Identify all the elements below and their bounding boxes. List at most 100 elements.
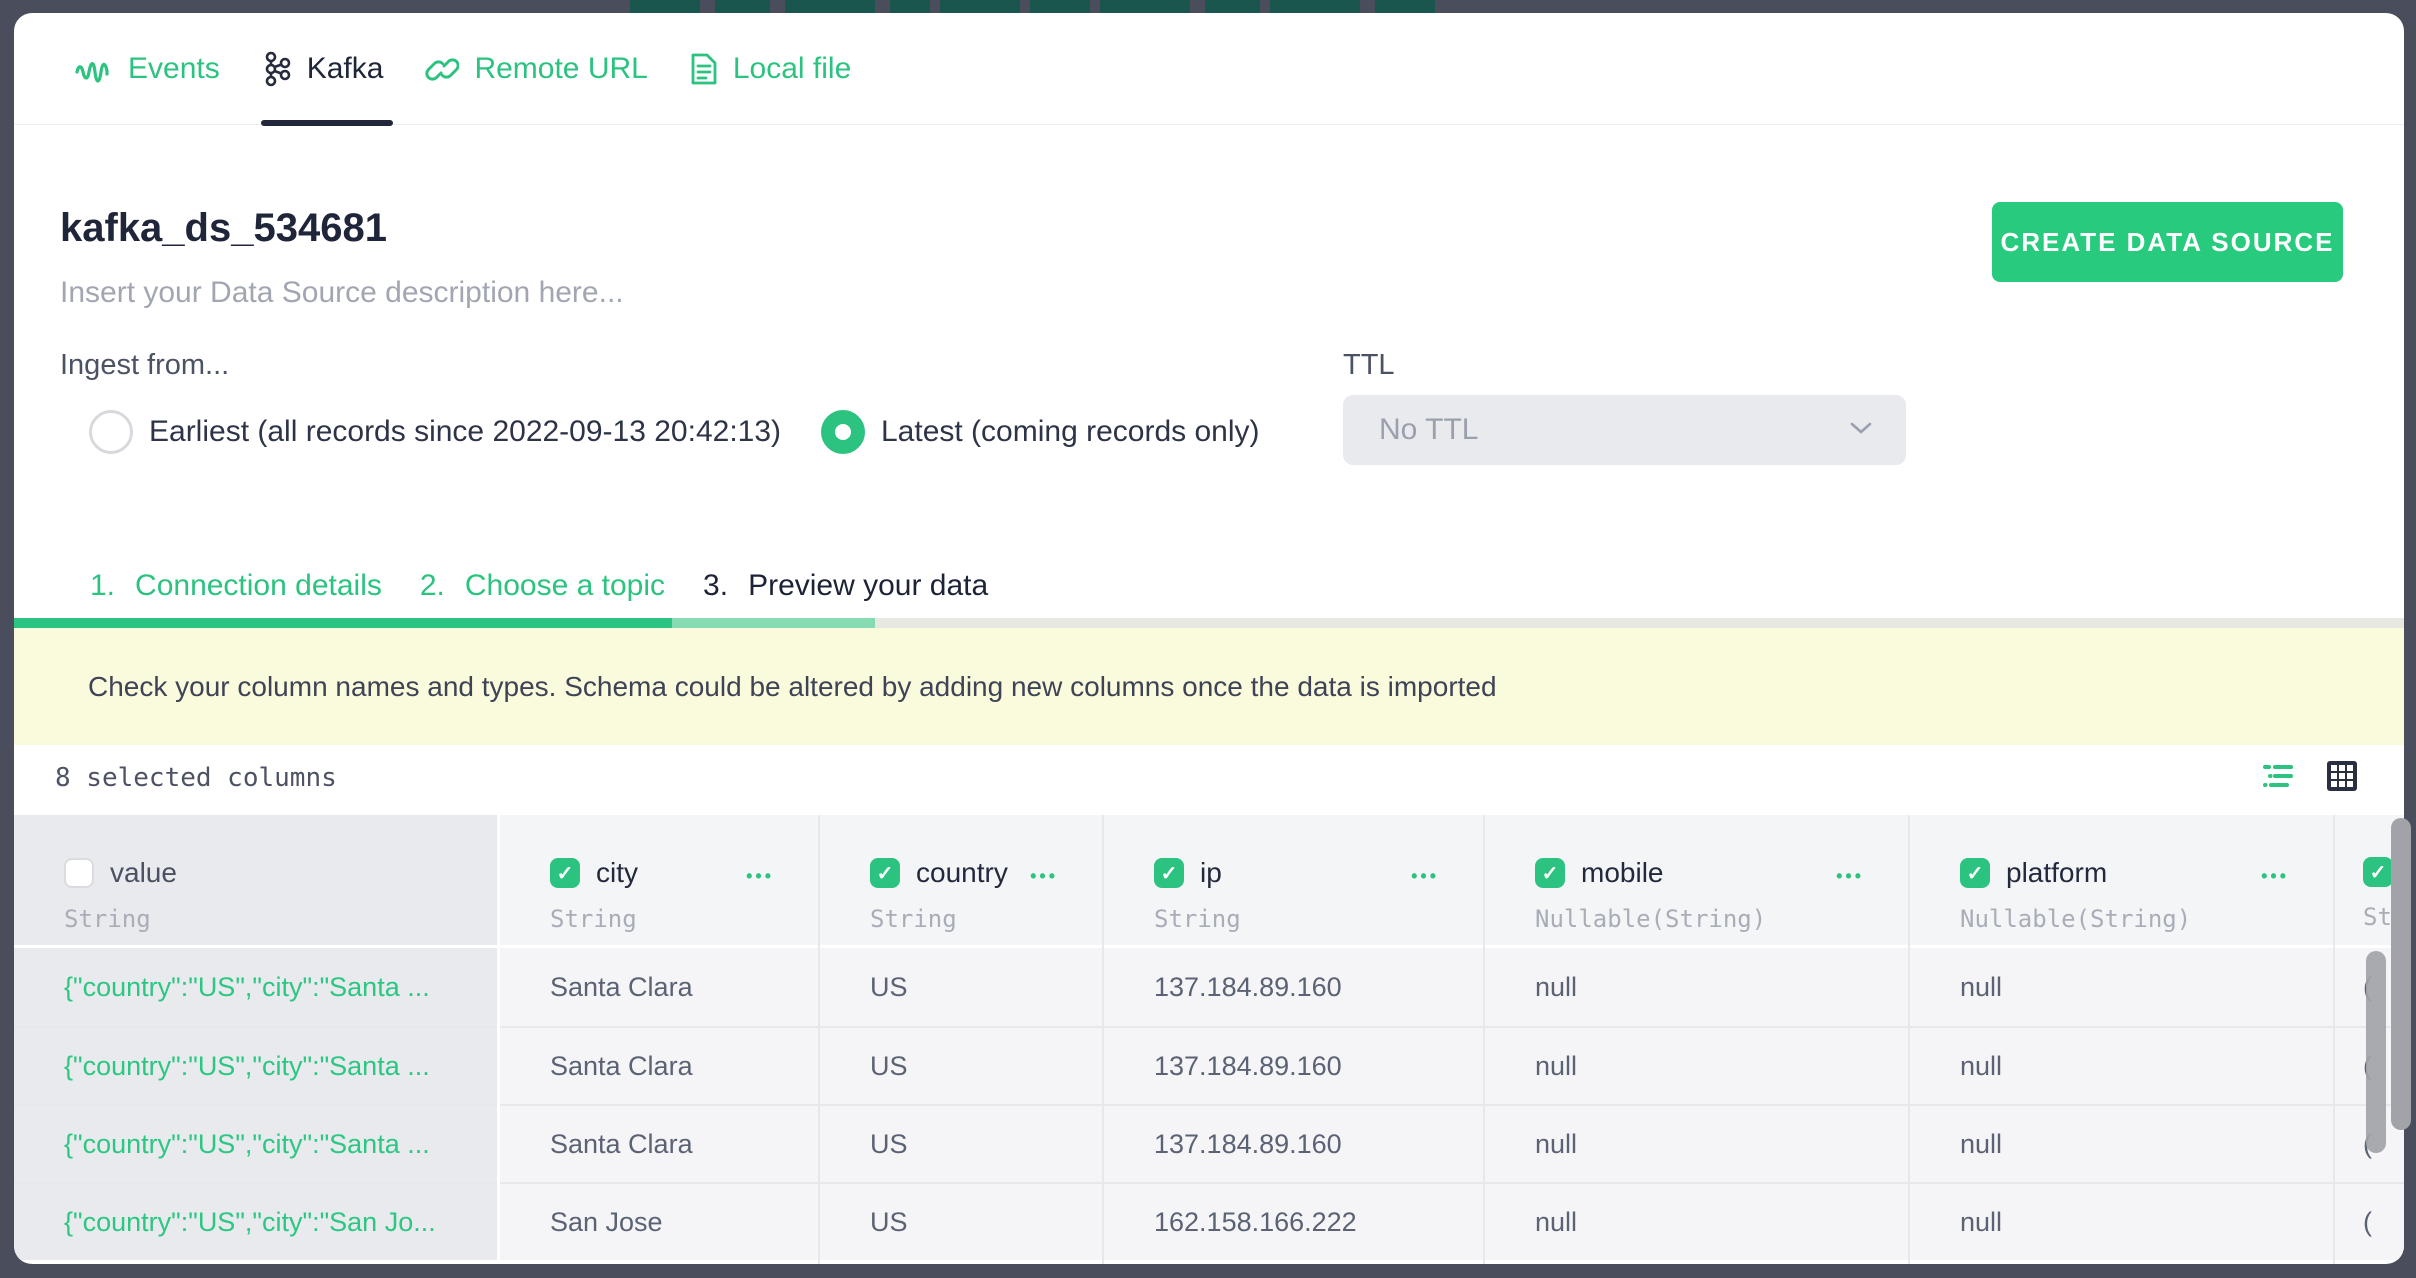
- tab-remote-url[interactable]: Remote URL: [425, 52, 647, 86]
- step-label: Preview your data: [748, 569, 988, 603]
- link-icon: [425, 52, 459, 86]
- radio-icon[interactable]: [89, 410, 133, 454]
- column-name: value: [110, 857, 177, 889]
- banner-message: Check your column names and types. Schem…: [88, 671, 1497, 703]
- radio-icon[interactable]: [821, 410, 865, 454]
- table-cell: null: [1910, 948, 2333, 1026]
- tab-label: Remote URL: [474, 52, 647, 86]
- datasource-description-input[interactable]: Insert your Data Source description here…: [60, 276, 624, 310]
- column-checkbox[interactable]: ✓: [1535, 858, 1565, 888]
- column-checkbox[interactable]: [64, 858, 94, 888]
- preview-table: value String {"country":"US","city":"Santa…: [14, 815, 2404, 1264]
- column-checkbox[interactable]: ✓: [1960, 858, 1990, 888]
- step-preview-data[interactable]: 3. Preview your data: [703, 569, 988, 603]
- table-cell: US: [820, 1026, 1102, 1104]
- table-cell: null: [1910, 1182, 2333, 1260]
- column-platform: ✓platform•••Nullable(String)nullnullnull…: [1908, 815, 2333, 1264]
- datasource-name[interactable]: kafka_ds_534681: [60, 206, 387, 251]
- table-cell: 137.184.89.160: [1104, 1026, 1483, 1104]
- table-cell: Santa Clara: [500, 948, 818, 1026]
- table-cell: US: [820, 1104, 1102, 1182]
- step-number: 1.: [90, 569, 115, 603]
- column-menu-icon[interactable]: •••: [1836, 867, 1864, 885]
- schema-warning-banner: Check your column names and types. Schem…: [14, 628, 2404, 745]
- column-header: value String: [14, 815, 497, 948]
- step-label: Connection details: [135, 569, 382, 603]
- file-icon: [690, 52, 718, 86]
- tab-local-file[interactable]: Local file: [690, 52, 851, 86]
- table-cell: US: [820, 1182, 1102, 1260]
- progress-remaining-segment: [875, 618, 2404, 628]
- table-cell: Santa Clara: [500, 1104, 818, 1182]
- column-header: ✓ city ••• String: [500, 815, 818, 948]
- table-cell: US: [820, 948, 1102, 1026]
- table-vertical-scrollbar[interactable]: [2366, 951, 2386, 1153]
- column-checkbox[interactable]: ✓: [2363, 857, 2393, 887]
- active-tab-underline: [261, 120, 393, 126]
- column-mobile: ✓mobile•••Nullable(String)nullnullnullnu…: [1483, 815, 1908, 1264]
- column-ip: ✓ ip ••• String 137.184.89.160137.184.89.160…: [1102, 815, 1483, 1264]
- grid-view-icon[interactable]: [2326, 760, 2358, 792]
- table-cell: (: [2335, 1182, 2404, 1260]
- list-view-icon[interactable]: [2262, 761, 2294, 791]
- column-name: platform: [2006, 857, 2107, 889]
- table-cell: null: [1485, 1104, 1908, 1182]
- columns-toolbar: 8 selected columns: [14, 745, 2404, 815]
- wizard-progress-bar: [14, 618, 2404, 628]
- kafka-icon: [262, 51, 292, 87]
- table-cell: null: [1485, 1026, 1908, 1104]
- step-number: 2.: [420, 569, 445, 603]
- table-cell: 137.184.89.160: [1104, 948, 1483, 1026]
- tab-label: Kafka: [307, 52, 384, 86]
- table-cell: 162.158.166.222: [1104, 1182, 1483, 1260]
- column-menu-icon[interactable]: •••: [746, 867, 774, 885]
- ttl-selected-value: No TTL: [1379, 413, 1850, 447]
- column-type: Nullable(String): [1960, 905, 2333, 933]
- page-vertical-scrollbar[interactable]: [2391, 818, 2411, 1130]
- column-menu-icon[interactable]: •••: [2261, 867, 2289, 885]
- column-checkbox[interactable]: ✓: [1154, 858, 1184, 888]
- column-name: city: [596, 857, 638, 889]
- column-country: ✓country•••StringUSUSUSUS: [818, 815, 1102, 1264]
- column-header: ✓country•••String: [820, 815, 1102, 948]
- tab-label: Local file: [733, 52, 851, 86]
- table-cell: {"country":"US","city":"Santa ...: [14, 1104, 497, 1182]
- ttl-select[interactable]: No TTL: [1343, 395, 1906, 465]
- progress-complete-segment: [14, 618, 672, 628]
- progress-partial-segment: [672, 618, 875, 628]
- radio-earliest[interactable]: Earliest (all records since 2022-09-13 2…: [89, 410, 781, 454]
- column-value: value String {"country":"US","city":"Santa…: [14, 815, 497, 1264]
- column-type: Nullable(String): [1535, 905, 1908, 933]
- column-header: ✓mobile•••Nullable(String): [1485, 815, 1908, 948]
- column-header: ✓ platform ••• Nullable(String): [1910, 815, 2333, 948]
- table-cell: null: [1910, 1026, 2333, 1104]
- ttl-label: TTL: [1343, 349, 1395, 382]
- ingest-from-label: Ingest from...: [60, 349, 229, 382]
- create-data-source-button[interactable]: CREATE DATA SOURCE: [1992, 202, 2343, 282]
- tab-label: Events: [128, 52, 220, 86]
- selected-columns-count: 8 selected columns: [55, 763, 337, 793]
- column-header: ✓ ip ••• String: [1104, 815, 1483, 948]
- column-checkbox[interactable]: ✓: [550, 858, 580, 888]
- column-type: String: [64, 905, 497, 933]
- tab-kafka[interactable]: Kafka: [262, 51, 384, 87]
- table-cell: Santa Clara: [500, 1026, 818, 1104]
- column-type: String: [550, 905, 818, 933]
- tab-events[interactable]: Events: [75, 52, 220, 86]
- source-type-tabbar: Events Kafka: [14, 13, 2404, 125]
- step-connection-details[interactable]: 1. Connection details: [90, 569, 382, 603]
- column-checkbox[interactable]: ✓: [870, 858, 900, 888]
- table-cell: null: [1910, 1104, 2333, 1182]
- table-cell: null: [1485, 948, 1908, 1026]
- column-name: ip: [1200, 857, 1222, 889]
- column-menu-icon[interactable]: •••: [1030, 867, 1058, 885]
- radio-label: Latest (coming records only): [881, 415, 1260, 449]
- radio-label: Earliest (all records since 2022-09-13 2…: [149, 415, 781, 449]
- column-name: country: [916, 857, 1008, 889]
- waveform-icon: [75, 53, 113, 85]
- column-menu-icon[interactable]: •••: [1411, 867, 1439, 885]
- step-choose-topic[interactable]: 2. Choose a topic: [420, 569, 665, 603]
- column-type: String: [1154, 905, 1483, 933]
- step-label: Choose a topic: [465, 569, 665, 603]
- radio-latest[interactable]: Latest (coming records only): [821, 410, 1260, 454]
